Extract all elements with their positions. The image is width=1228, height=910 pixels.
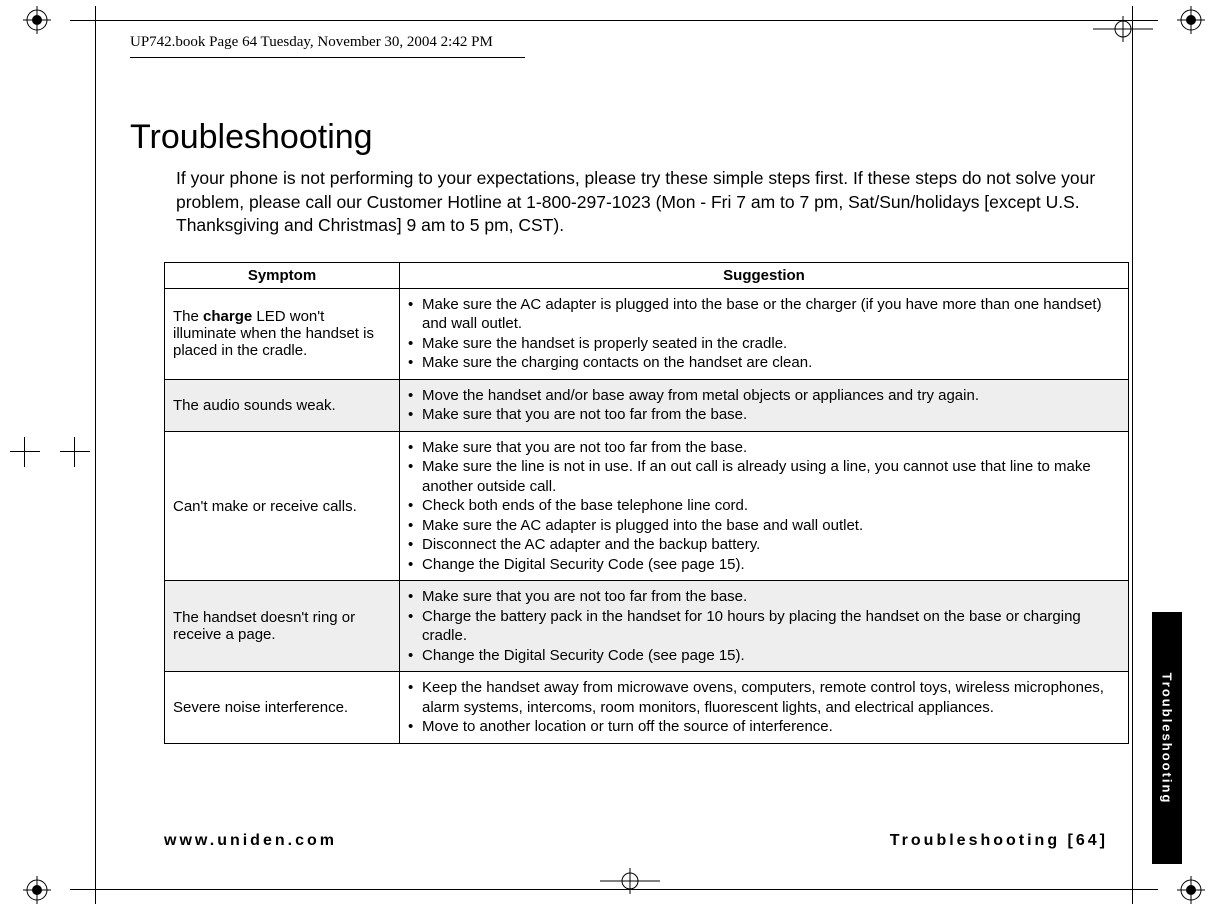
page-footer: www.uniden.com Troubleshooting [64] — [130, 832, 1168, 850]
suggestion-cell: Make sure the AC adapter is plugged into… — [400, 288, 1129, 379]
suggestion-cell: Move the handset and/or base away from m… — [400, 379, 1129, 431]
symptom-cell: The charge LED won't illuminate when the… — [165, 288, 400, 379]
text: The — [173, 308, 203, 325]
troubleshooting-table: Symptom Suggestion The charge LED won't … — [164, 262, 1129, 744]
list-item: Make sure the AC adapter is plugged into… — [408, 516, 1120, 536]
symptom-cell: The handset doesn't ring or receive a pa… — [165, 581, 400, 672]
page: UP742.book Page 64 Tuesday, November 30,… — [130, 30, 1168, 880]
list-item: Make sure the handset is properly seated… — [408, 334, 1120, 354]
table-row: Can't make or receive calls. Make sure t… — [165, 431, 1129, 581]
symptom-cell: Can't make or receive calls. — [165, 431, 400, 581]
running-header: UP742.book Page 64 Tuesday, November 30,… — [130, 30, 525, 58]
list-item: Change the Digital Security Code (see pa… — [408, 555, 1120, 575]
list-item: Make sure the AC adapter is plugged into… — [408, 295, 1120, 334]
cross-mark-icon — [60, 437, 90, 467]
table-row: The handset doesn't ring or receive a pa… — [165, 581, 1129, 672]
list-item: Move to another location or turn off the… — [408, 717, 1120, 737]
col-header-suggestion: Suggestion — [400, 262, 1129, 288]
registration-mark-icon — [23, 6, 51, 34]
suggestion-cell: Make sure that you are not too far from … — [400, 431, 1129, 581]
footer-url: www.uniden.com — [164, 832, 337, 850]
crop-rule — [95, 6, 96, 904]
list-item: Make sure the line is not in use. If an … — [408, 457, 1120, 496]
registration-mark-icon — [1177, 6, 1205, 34]
text-bold: charge — [203, 308, 252, 325]
suggestion-cell: Make sure that you are not too far from … — [400, 581, 1129, 672]
list-item: Move the handset and/or base away from m… — [408, 386, 1120, 406]
table-row: Severe noise interference. Keep the hand… — [165, 672, 1129, 744]
list-item: Change the Digital Security Code (see pa… — [408, 646, 1120, 666]
intro-paragraph: If your phone is not performing to your … — [176, 167, 1098, 238]
list-item: Keep the handset away from microwave ove… — [408, 678, 1120, 717]
list-item: Make sure that you are not too far from … — [408, 405, 1120, 425]
list-item: Check both ends of the base telephone li… — [408, 496, 1120, 516]
symptom-cell: Severe noise interference. — [165, 672, 400, 744]
crop-rule — [70, 20, 1158, 21]
col-header-symptom: Symptom — [165, 262, 400, 288]
list-item: Charge the battery pack in the handset f… — [408, 607, 1120, 646]
cross-mark-icon — [10, 437, 40, 467]
list-item: Make sure that you are not too far from … — [408, 587, 1120, 607]
registration-mark-icon — [23, 876, 51, 904]
list-item: Make sure the charging contacts on the h… — [408, 353, 1120, 373]
list-item: Make sure that you are not too far from … — [408, 438, 1120, 458]
table-row: The charge LED won't illuminate when the… — [165, 288, 1129, 379]
page-title: Troubleshooting — [130, 118, 1168, 157]
registration-mark-icon — [1177, 876, 1205, 904]
suggestion-cell: Keep the handset away from microwave ove… — [400, 672, 1129, 744]
list-item: Disconnect the AC adapter and the backup… — [408, 535, 1120, 555]
footer-section: Troubleshooting [64] — [890, 832, 1108, 850]
table-row: The audio sounds weak. Move the handset … — [165, 379, 1129, 431]
symptom-cell: The audio sounds weak. — [165, 379, 400, 431]
